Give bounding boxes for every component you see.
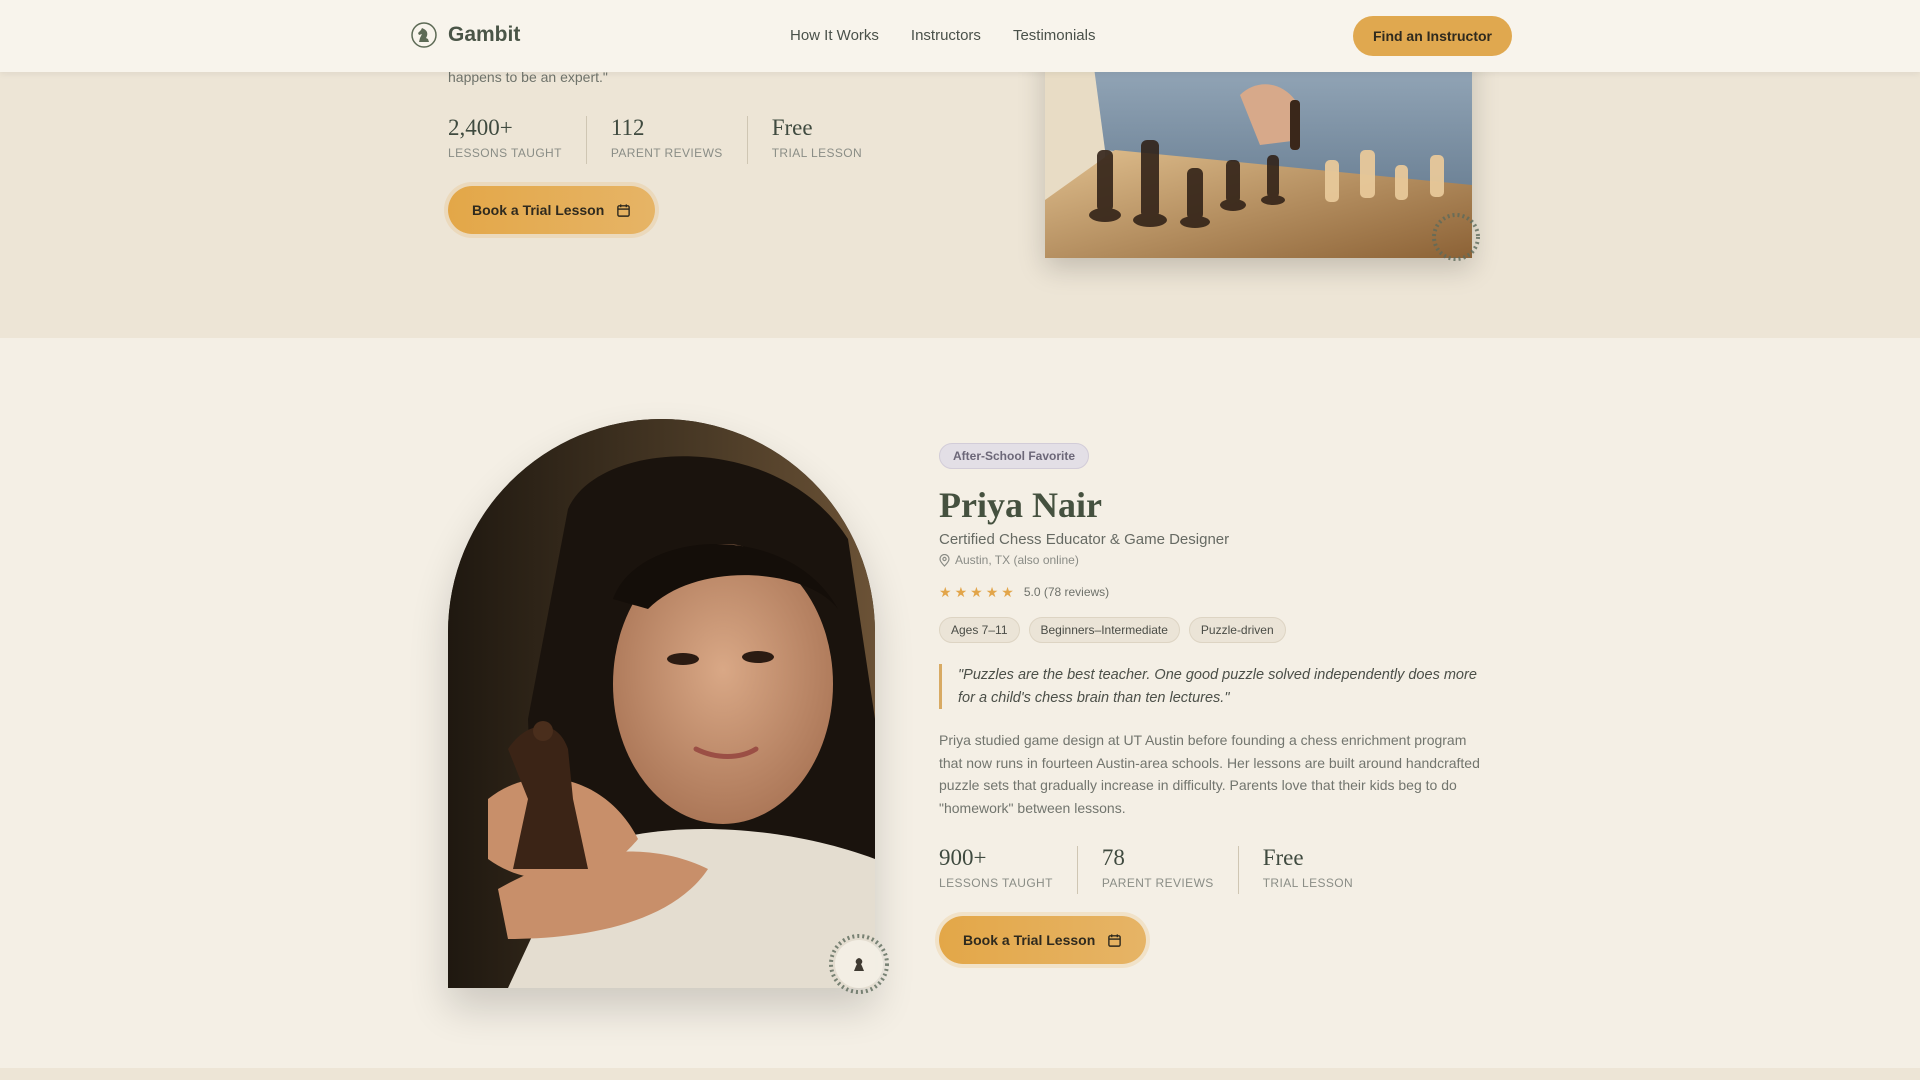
calendar-icon	[1108, 933, 1122, 947]
instructor-name: Priya Nair	[939, 485, 1102, 525]
book-trial-label: Book a Trial Lesson	[472, 202, 605, 218]
star-icon: ★	[939, 584, 952, 600]
book-trial-label: Book a Trial Lesson	[963, 932, 1096, 948]
stat-label: TRIAL LESSON	[771, 146, 863, 160]
rating-stars: ★ ★ ★ ★ ★	[939, 585, 1014, 599]
stat-value: 78	[1101, 845, 1125, 870]
stat-lessons: 900+ LESSONS TAUGHT	[939, 846, 1077, 894]
nav-link-how-it-works[interactable]: How It Works	[790, 27, 879, 44]
brand-logo-link[interactable]: Gambit	[411, 22, 520, 48]
instructor-portrait	[448, 419, 875, 988]
instructor-rating: ★ ★ ★ ★ ★ 5.0 (78 reviews)	[939, 585, 1109, 599]
site-header: Gambit How It Works Instructors Testimon…	[0, 0, 1920, 72]
star-icon: ★	[985, 584, 999, 600]
stat-reviews: 78 PARENT REVIEWS	[1076, 845, 1238, 894]
instructor-tags: Ages 7–11 Beginners–Intermediate Puzzle-…	[939, 617, 1286, 643]
stat-value: Free	[771, 115, 813, 140]
instructor-quote: "Puzzles are the best teacher. One good …	[939, 664, 1479, 709]
main-nav: How It Works Instructors Testimonials	[790, 27, 1095, 44]
stat-label: PARENT REVIEWS	[1101, 876, 1214, 890]
star-icon: ★	[954, 584, 968, 600]
portrait-photo	[448, 419, 875, 988]
calendar-icon	[617, 203, 631, 217]
stat-trial: Free TRIAL LESSON	[1237, 845, 1377, 894]
stat-lessons: 2,400+ LESSONS TAUGHT	[448, 116, 586, 164]
instructor-badge: After-School Favorite	[939, 443, 1090, 469]
location-text: Austin, TX (also online)	[955, 553, 1079, 567]
tag-style: Puzzle-driven	[1188, 617, 1286, 643]
stat-value: 900+	[939, 845, 987, 870]
instructor-location: Austin, TX (also online)	[939, 553, 1079, 567]
star-icon: ★	[970, 584, 983, 600]
next-section	[0, 1068, 1920, 1080]
instructor-title: Certified Chess Educator & Game Designer	[939, 531, 1230, 548]
instructor-stats: 2,400+ LESSONS TAUGHT 112 PARENT REVIEWS…	[448, 116, 886, 164]
stat-label: PARENT REVIEWS	[610, 146, 723, 160]
nav-link-instructors[interactable]: Instructors	[911, 27, 981, 44]
instructor-bio: Priya studied game design at UT Austin b…	[939, 732, 1480, 816]
book-trial-button[interactable]: Book a Trial Lesson	[448, 186, 656, 234]
star-icon: ★	[1001, 584, 1014, 600]
knight-logo-icon	[411, 22, 437, 48]
book-trial-button[interactable]: Book a Trial Lesson	[939, 916, 1147, 964]
find-instructor-button[interactable]: Find an Instructor	[1353, 16, 1512, 56]
stat-label: TRIAL LESSON	[1262, 876, 1354, 890]
pawn-seal-icon	[829, 934, 889, 994]
rating-text: 5.0 (78 reviews)	[1023, 585, 1110, 599]
instructor-stats: 900+ LESSONS TAUGHT 78 PARENT REVIEWS Fr…	[939, 846, 1377, 894]
stat-value: 112	[610, 115, 645, 140]
stat-trial: Free TRIAL LESSON	[746, 115, 886, 164]
tournament-seal-icon	[1432, 213, 1480, 261]
stat-reviews: 112 PARENT REVIEWS	[585, 115, 747, 164]
map-pin-icon	[939, 553, 950, 567]
stat-label: LESSONS TAUGHT	[448, 146, 562, 160]
stat-label: LESSONS TAUGHT	[939, 876, 1053, 890]
stat-value: Free	[1262, 845, 1304, 870]
brand-name: Gambit	[448, 23, 521, 46]
tag-ages: Ages 7–11	[939, 617, 1020, 643]
tag-level: Beginners–Intermediate	[1028, 617, 1180, 643]
stat-value: 2,400+	[448, 115, 513, 140]
nav-link-testimonials[interactable]: Testimonials	[1013, 27, 1096, 44]
